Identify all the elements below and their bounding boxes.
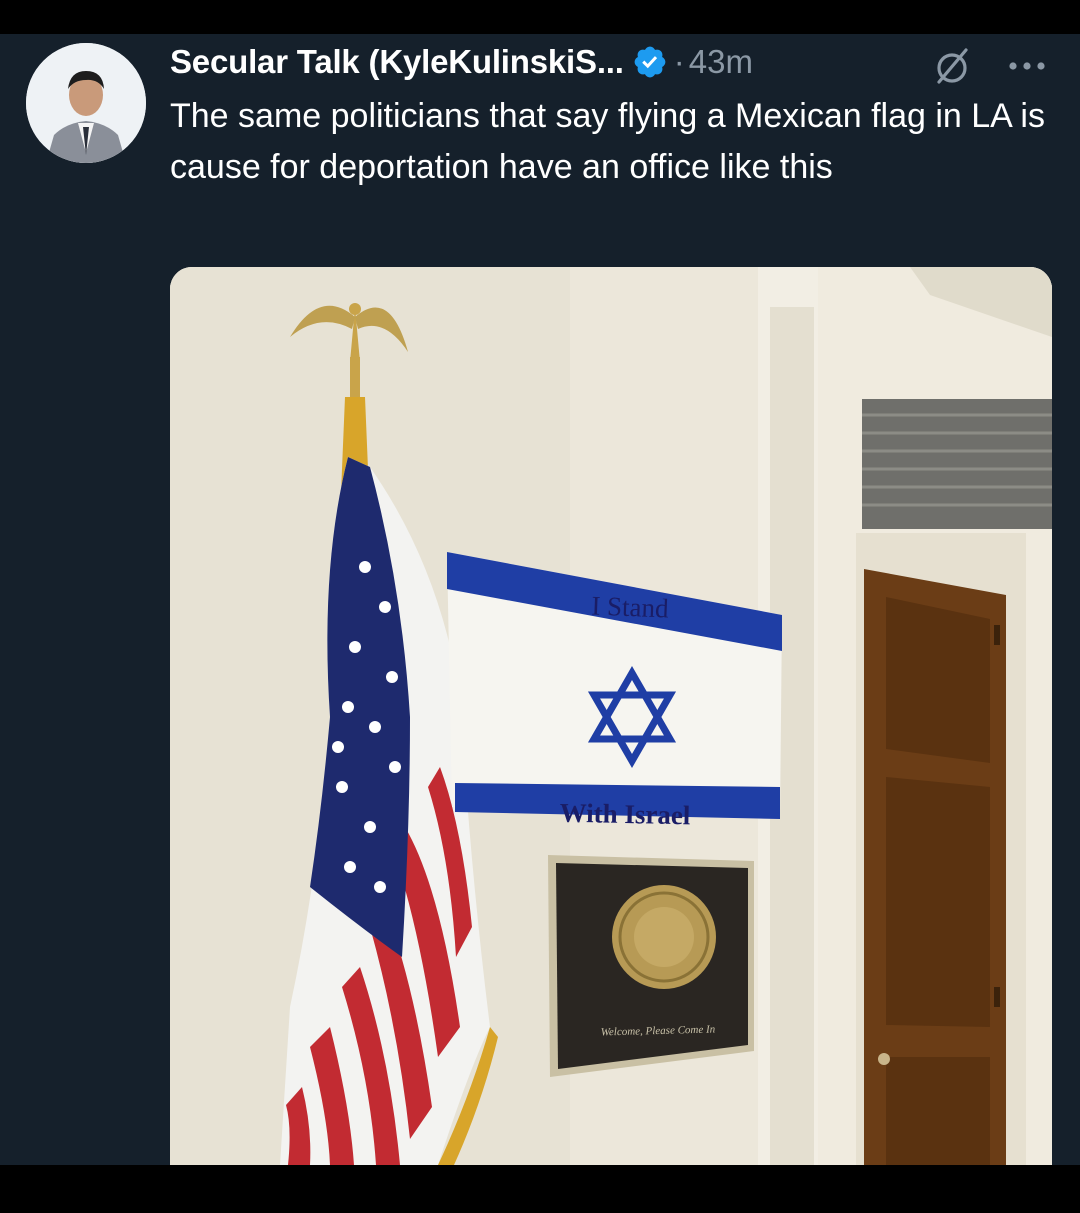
tweet-header: Secular Talk (KyleKulinskiS... · 43m [170, 40, 753, 84]
display-name[interactable]: Secular Talk (KyleKulinskiS... [170, 43, 624, 81]
tweet[interactable]: Secular Talk (KyleKulinskiS... · 43m The… [0, 34, 1080, 1165]
tweet-time[interactable]: 43m [689, 43, 753, 81]
grok-icon[interactable] [930, 44, 974, 88]
avatar[interactable] [26, 43, 146, 163]
separator-dot: · [673, 43, 685, 80]
status-bar [0, 0, 1080, 34]
verified-badge-icon [632, 44, 668, 80]
tweet-image[interactable]: I Stand With Israel Welcome, Please Come… [170, 267, 1052, 1165]
navigation-bar [0, 1165, 1080, 1213]
more-icon[interactable] [1004, 46, 1050, 82]
tweet-text: The same politicians that say flying a M… [170, 97, 1045, 186]
